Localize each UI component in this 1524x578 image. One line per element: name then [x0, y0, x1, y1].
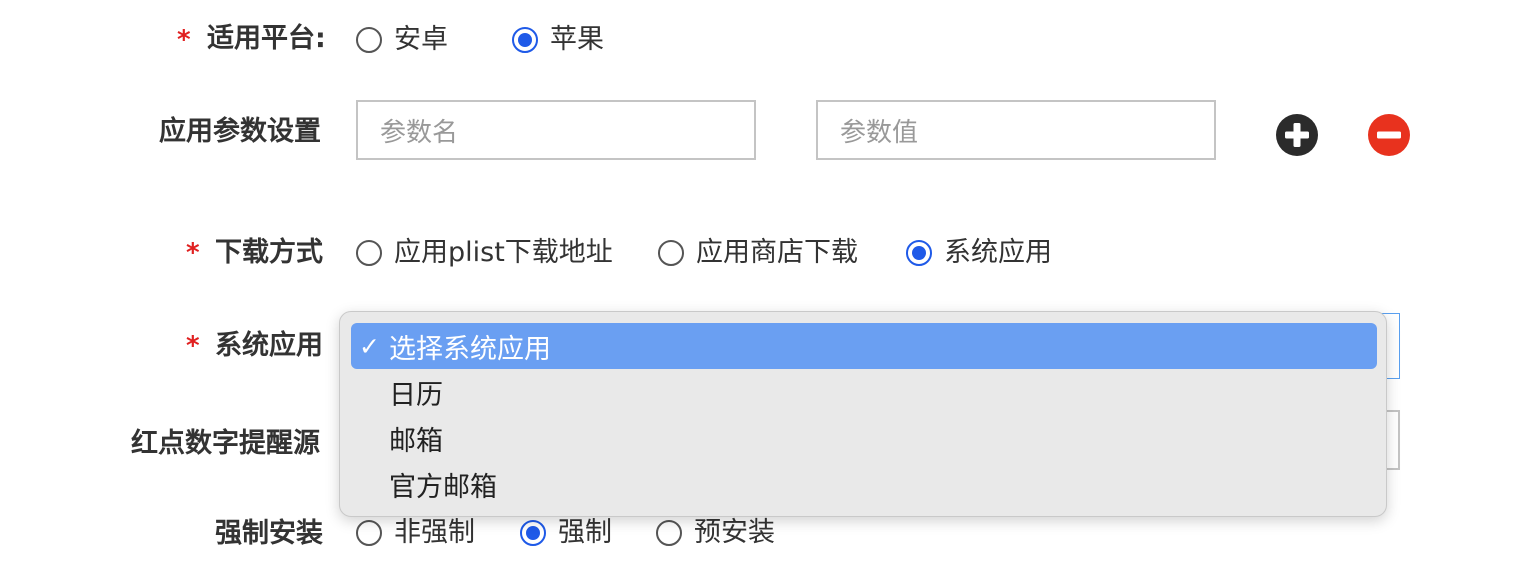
- dropdown-option-label: 日历: [389, 379, 443, 411]
- radio-label: 强制: [558, 517, 612, 548]
- required-mark: *: [186, 238, 200, 268]
- radio-circle[interactable]: [356, 26, 382, 53]
- force-install-label: 强制安装: [215, 518, 323, 549]
- minus-circle-icon: [1368, 114, 1410, 156]
- params-label: 应用参数设置: [159, 116, 321, 147]
- download-radio-plist[interactable]: 应用plist下载地址: [356, 239, 613, 266]
- param-value-input[interactable]: 参数值: [816, 100, 1216, 160]
- param-value-placeholder: 参数值: [840, 117, 919, 148]
- dropdown-option-label: 选择系统应用: [389, 333, 551, 365]
- platform-radio-android[interactable]: 安卓: [356, 26, 448, 53]
- dropdown-option[interactable]: 官方邮箱: [351, 461, 1377, 507]
- required-mark: *: [177, 25, 191, 55]
- param-name-placeholder: 参数名: [380, 117, 459, 148]
- badge-source-label: 红点数字提醒源: [131, 428, 320, 459]
- download-radio-appstore[interactable]: 应用商店下载: [658, 239, 858, 266]
- dropdown-option-label: 官方邮箱: [389, 471, 497, 503]
- radio-circle-checked[interactable]: [520, 519, 546, 546]
- param-name-input[interactable]: 参数名: [356, 100, 756, 160]
- force-radio-none[interactable]: 非强制: [356, 519, 475, 546]
- download-radio-system[interactable]: 系统应用: [906, 239, 1052, 266]
- radio-circle[interactable]: [658, 239, 684, 266]
- dropdown-option[interactable]: 日历: [351, 369, 1377, 415]
- radio-circle[interactable]: [356, 239, 382, 266]
- remove-param-button[interactable]: [1368, 114, 1410, 156]
- radio-label: 系统应用: [944, 237, 1052, 268]
- plus-circle-icon: [1276, 114, 1318, 156]
- add-param-button[interactable]: [1276, 114, 1318, 156]
- dropdown-option[interactable]: 邮箱: [351, 415, 1377, 461]
- platform-radio-ios[interactable]: 苹果: [512, 26, 604, 53]
- download-label: 下载方式: [215, 237, 323, 268]
- radio-label: 安卓: [394, 24, 448, 55]
- radio-circle-checked[interactable]: [512, 26, 538, 53]
- radio-label: 非强制: [394, 517, 475, 548]
- checkmark-icon: ✓: [359, 331, 380, 361]
- force-radio-preinstall[interactable]: 预安装: [656, 519, 775, 546]
- radio-label: 应用商店下载: [696, 237, 858, 268]
- required-mark: *: [186, 331, 200, 361]
- force-radio-force[interactable]: 强制: [520, 519, 612, 546]
- system-app-label: 系统应用: [215, 330, 323, 361]
- platform-label: 适用平台:: [207, 23, 326, 54]
- radio-label: 应用plist下载地址: [394, 237, 613, 268]
- system-app-dropdown-menu: ✓ 选择系统应用 日历 邮箱 官方邮箱: [339, 311, 1387, 517]
- radio-label: 苹果: [550, 24, 604, 55]
- radio-circle[interactable]: [356, 519, 382, 546]
- radio-circle-checked[interactable]: [906, 239, 932, 266]
- dropdown-option-selected[interactable]: ✓ 选择系统应用: [351, 323, 1377, 369]
- dropdown-option-label: 邮箱: [389, 425, 443, 457]
- radio-label: 预安装: [694, 517, 775, 548]
- radio-circle[interactable]: [656, 519, 682, 546]
